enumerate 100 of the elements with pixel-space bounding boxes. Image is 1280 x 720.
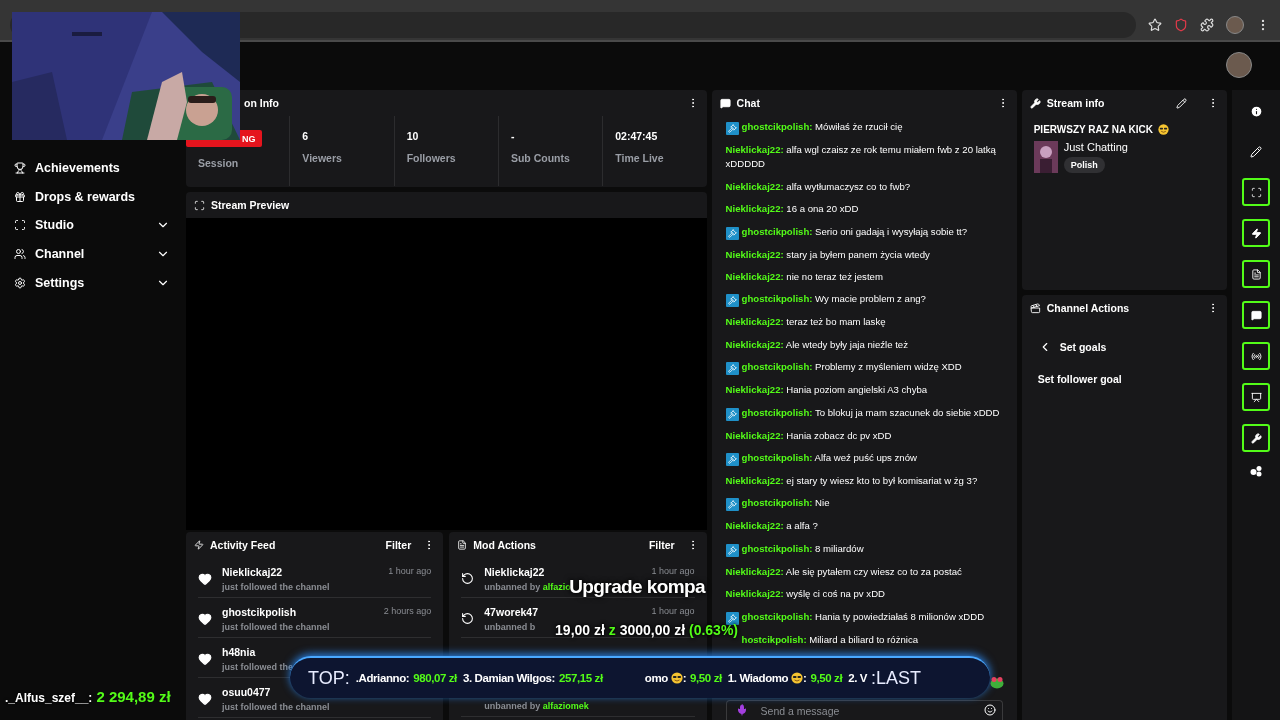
username: ghostcikpolish [222, 606, 297, 618]
donation-amount: 9,50 zł [810, 672, 843, 684]
card-title: Activity Feed [210, 539, 277, 551]
sidebar-item[interactable]: Channel [14, 239, 170, 269]
puzzle-icon [1200, 18, 1214, 32]
moderator-badge [725, 543, 739, 557]
chat-message: Nieklickaj22: stary ja byłem panem życia wtedy [725, 247, 931, 262]
category-thumbnail [1033, 141, 1058, 173]
username: Nieklickaj22 [484, 566, 545, 578]
chat-input[interactable]: Send a message [725, 700, 1003, 720]
undo-icon [461, 612, 475, 625]
toolbar-button[interactable] [1242, 301, 1271, 329]
donor-name: .Adrianno: [355, 672, 410, 684]
chat-message: Nieklickaj22: 16 a ona 20 xDD [725, 202, 860, 217]
language-tag[interactable]: Polish [1063, 157, 1105, 173]
bubbles-icon[interactable] [1249, 465, 1263, 477]
donation-amount: 980,07 zł [413, 672, 457, 684]
donation-amount: 9,50 zł [690, 672, 722, 684]
filter-button[interactable]: Filter [379, 539, 418, 551]
ticker-tail: :LAST [871, 667, 922, 689]
sunglasses-emoji-icon [1158, 124, 1169, 135]
card-title: Mod Actions [473, 539, 537, 551]
toolbar-button[interactable] [1242, 424, 1271, 452]
time-ago: 1 hour ago [651, 566, 695, 576]
stat-label: Time Live [615, 152, 665, 164]
moderator-badge [725, 122, 739, 135]
stat-value: - [510, 130, 516, 142]
chat-message: Nieklickaj22: teraz też bo mam laskę [725, 315, 887, 330]
chat-message: ghostcikpolish: To blokuj ja mam szacunek do siebie xDDD [725, 401, 1011, 425]
activity-detail: just followed the channel [222, 582, 330, 592]
sunglasses-emoji-icon [791, 672, 804, 684]
presentation-icon [1250, 391, 1262, 403]
action-item[interactable]: Set follower goal [1021, 363, 1228, 395]
moderator-badge [725, 407, 739, 421]
toolbar-button[interactable] [1242, 260, 1271, 288]
stat-label: Sub Counts [510, 152, 571, 164]
username: 47worek47 [484, 606, 538, 618]
category-name: Just Chatting [1063, 141, 1128, 153]
emoji-icon [983, 704, 996, 716]
moderator-badge [725, 362, 739, 376]
edit-icon [1176, 97, 1188, 109]
set-goals-back[interactable]: Set goals [1021, 331, 1228, 363]
card-title: Channel Actions [1046, 302, 1131, 314]
stat-label: Session [198, 157, 240, 169]
chat-message: Nieklickaj22: Ale wtedy były jaja nieźle też [725, 337, 909, 352]
chat-message: ghostcikpolish: Problemy z myśleniem widzę XDD [725, 356, 1011, 380]
moderator-badge [725, 453, 739, 467]
toolbar-button[interactable] [1242, 178, 1271, 206]
username: h48nia [222, 646, 256, 658]
chat-message: ghostcikpolish: Serio oni gadają i wysyłają sobie tt? [725, 220, 1011, 244]
activity-detail: just followed the channel [222, 702, 330, 712]
stat-label: Viewers [302, 152, 343, 164]
sidebar-item[interactable]: Settings [14, 268, 170, 297]
ticker-label: TOP: [308, 667, 350, 689]
lightning-icon [1250, 227, 1262, 239]
lightning-icon [194, 540, 204, 550]
stat-label: Followers [406, 152, 457, 164]
donor-name: 1. Wiadomo : [727, 672, 807, 684]
frog-emote-icon [990, 676, 1004, 689]
trophy-icon [14, 162, 26, 175]
card-title: Chat [736, 97, 761, 109]
toolbar-button[interactable] [1242, 219, 1271, 247]
toolbar-button[interactable] [1242, 383, 1271, 411]
settings-icon [14, 276, 26, 289]
top-donor-amount: 2 294,89 zł [96, 688, 171, 705]
chat-message: ghostcikpolish: 8 miliardów [725, 537, 1011, 561]
filter-button[interactable]: Filter [642, 539, 681, 551]
moderator-badge [725, 498, 739, 512]
donor-name: omo : [644, 672, 687, 684]
chat-message: ghostcikpolish: Mówiłaś że rzucił cię [725, 116, 1011, 139]
heart-icon [198, 692, 212, 706]
sidebar-item[interactable]: Studio [14, 211, 170, 240]
profile-avatar[interactable] [1226, 16, 1244, 34]
chat-message: Nieklickaj22: alfa wytłumaczysz co to fwb? [725, 179, 912, 194]
sidebar-item[interactable]: Drops & rewards [14, 182, 170, 212]
donor-name: 3. Damian Wilgos: [462, 672, 556, 684]
chat-message: ghostcikpolish: Nie [725, 492, 1011, 516]
shield-icon [1174, 18, 1188, 32]
chat-message: Nieklickaj22: ej stary ty wiesz kto to był komisariat w żg 3? [725, 474, 979, 489]
info-icon [1249, 105, 1263, 118]
mod-action-detail: unbanned by alfaziomek [484, 701, 589, 711]
chat-icon [719, 97, 731, 109]
stat-value: 6 [302, 130, 310, 142]
microphone-icon [735, 704, 748, 716]
star-icon [1148, 18, 1162, 32]
user-avatar[interactable] [1226, 52, 1252, 78]
donor-name: 2. V [848, 672, 868, 684]
sidebar-item[interactable]: Achievements [14, 154, 170, 183]
moderator-badge [725, 226, 739, 240]
document-icon [1250, 268, 1262, 280]
time-ago: 1 hour ago [651, 606, 695, 616]
time-ago: 1 hour ago [388, 566, 432, 576]
broadcast-icon [1250, 350, 1262, 362]
username: osuu0477 [222, 686, 271, 698]
toolbar-button[interactable] [1242, 342, 1271, 370]
heart-icon [198, 652, 212, 666]
top-donor-name: ._Alfus_szef__: [5, 691, 93, 705]
scan-icon [1250, 186, 1262, 198]
username: Nieklickaj22 [222, 566, 283, 578]
heart-icon [198, 612, 212, 626]
